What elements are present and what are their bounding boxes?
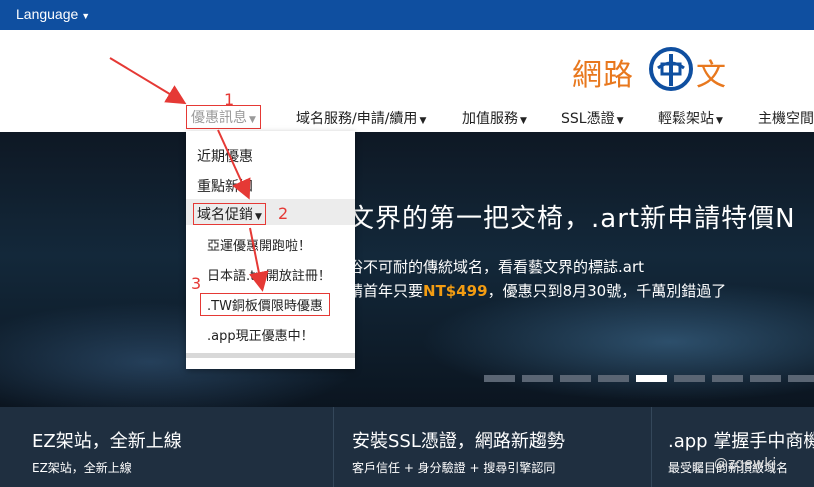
promotions-dropdown: 近期優惠 重點新知 域名促銷 ▼ 亞運優惠開跑啦！ 日本語.tw開放註冊！ .TW… [186, 131, 355, 369]
feature-subtitle: EZ架站，全新上線 [32, 461, 132, 475]
feature-strip: EZ架站，全新上線 EZ架站，全新上線 安裝SSL憑證，網路新趨勢 客戶信任 +… [0, 407, 814, 487]
annotation-number-3: 3 [191, 274, 202, 293]
carousel-dot[interactable] [788, 375, 814, 382]
submenu-item[interactable]: 亞運優惠開跑啦！ [207, 235, 311, 254]
hero-text-line: 俗不可耐的傳統域名，看看藝文界的標誌.art [348, 258, 645, 276]
menu-item-recent-offers[interactable]: 近期優惠 [197, 146, 253, 166]
feature-title: 安裝SSL憑證，網路新趨勢 [352, 431, 565, 452]
submenu-item[interactable]: 日本語.tw開放註冊！ [207, 265, 331, 284]
carousel-dot[interactable] [750, 375, 781, 382]
site-header: 網路 文 優惠訊息 ▼ 域名服務/申請/續用 ▼ 加值服務 ▼ SSL憑證 ▼ 輕鬆架站… [0, 30, 814, 132]
caret-down-icon: ▼ [419, 116, 427, 126]
top-bar: Language ▼ [0, 0, 814, 30]
divider [651, 407, 652, 487]
feature-title: EZ架站，全新上線 [32, 431, 182, 452]
caret-down-icon: ▼ [255, 212, 262, 222]
nav-item-domain-services[interactable]: 域名服務/申請/續用 ▼ [296, 108, 426, 128]
nav-item-label: 輕鬆架站 [658, 111, 714, 127]
hero-text-prefix: 請首年只要 [348, 282, 424, 300]
caret-down-icon: ▼ [716, 116, 723, 126]
feature-title: .app 掌握手中商機 [668, 431, 814, 452]
submenu-item-tw-promo[interactable]: .TW銅板價限時優惠 [200, 293, 330, 316]
carousel-dot[interactable] [712, 375, 743, 382]
logo-circle-icon [649, 47, 693, 91]
carousel-dot[interactable] [522, 375, 553, 382]
carousel-dot[interactable] [598, 375, 629, 382]
menu-item-key-news[interactable]: 重點新知 [197, 176, 253, 196]
site-logo[interactable]: 網路 文 [572, 40, 742, 100]
nav-item-label: SSL憑證 [561, 111, 615, 127]
nav-item-site-builder[interactable]: 輕鬆架站 ▼ [658, 108, 723, 128]
annotation-number-1: 1 [224, 90, 235, 109]
hero-text-line: 請首年只要NT$499，優惠只到8月30號，千萬別錯過了 [348, 280, 726, 301]
nav-item-ssl[interactable]: SSL憑證 ▼ [561, 108, 624, 128]
language-label: Language [16, 6, 79, 22]
divider [333, 407, 334, 487]
caret-down-icon: ▼ [520, 116, 527, 126]
watermark: @zgewkj [714, 456, 777, 472]
carousel-dot[interactable] [560, 375, 591, 382]
submenu-label-text: 域名促銷 [197, 207, 253, 223]
annotation-number-2: 2 [278, 204, 289, 223]
carousel-dot[interactable] [636, 375, 667, 382]
caret-down-icon: ▼ [81, 11, 91, 21]
hero-banner[interactable]: 文界的第一把交椅，.art新申請特價N 俗不可耐的傳統域名，看看藝文界的標誌.a… [0, 132, 814, 407]
feature-subtitle: 客戶信任 + 身分驗證 + 搜尋引擎認同 [352, 461, 556, 475]
main-nav: 優惠訊息 ▼ 域名服務/申請/續用 ▼ 加值服務 ▼ SSL憑證 ▼ 輕鬆架站 ▼ 主機空… [0, 105, 814, 132]
menu-item-domain-promotions[interactable]: 域名促銷 ▼ [186, 199, 355, 225]
caret-down-icon: ▼ [616, 116, 624, 126]
hero-text-suffix: ，優惠只到8月30號，千萬別錯過了 [487, 282, 727, 300]
nav-item-label: 域名服務/申請/續用 [296, 111, 418, 127]
nav-item-label: 加值服務 [462, 111, 518, 127]
nav-item-label: 主機空間 [758, 111, 814, 127]
submenu-label: 域名促銷 ▼ [193, 203, 266, 225]
nav-item-value-added[interactable]: 加值服務 ▼ [462, 108, 527, 128]
language-menu[interactable]: Language ▼ [16, 6, 90, 22]
carousel-dot[interactable] [484, 375, 515, 382]
hero-price: NT$499 [423, 282, 488, 300]
nav-item-hosting[interactable]: 主機空間 [758, 108, 814, 128]
dropdown-footer-bar [186, 353, 355, 358]
carousel-dot[interactable] [674, 375, 705, 382]
logo-text-right: 文 [696, 58, 726, 93]
caret-down-icon: ▼ [249, 115, 256, 125]
submenu-item[interactable]: .app現正優惠中！ [207, 325, 314, 344]
hero-title: 文界的第一把交椅，.art新申請特價N [348, 204, 796, 234]
logo-text-left: 網路 [572, 58, 634, 93]
nav-item-label: 優惠訊息 [191, 110, 247, 126]
